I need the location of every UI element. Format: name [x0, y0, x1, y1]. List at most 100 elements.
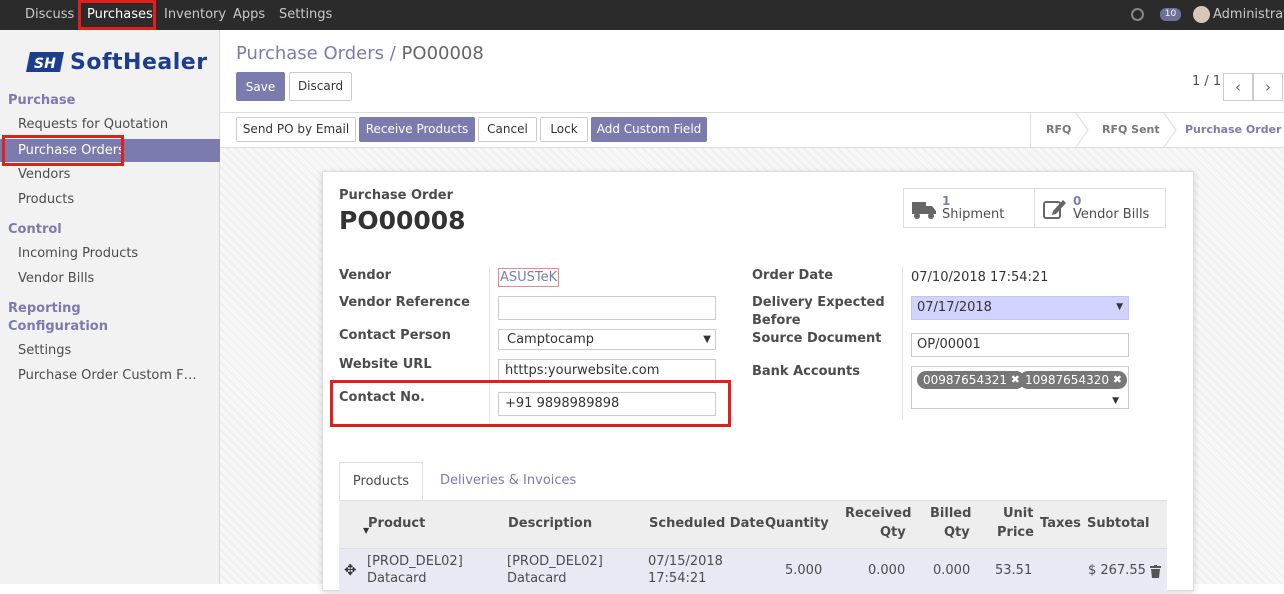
tab-deliveries-invoices[interactable]: Deliveries & Invoices	[440, 462, 576, 500]
website-url-label: Website URL	[339, 357, 432, 372]
pager-previous-button[interactable]: ‹	[1223, 73, 1253, 101]
svg-text:SH: SH	[34, 56, 56, 72]
sidebar-item-incoming-products[interactable]: Incoming Products	[18, 246, 138, 261]
contact-no-field[interactable]: +91 9898989898	[498, 392, 716, 416]
shipment-label: Shipment	[942, 207, 1005, 222]
order-date-label: Order Date	[752, 268, 834, 283]
sidebar-item-purchase-orders[interactable]: Purchase Orders	[0, 139, 220, 162]
drag-handle-icon[interactable]: ✥	[344, 561, 357, 579]
stage-arrow-icon	[1076, 113, 1089, 147]
menu-inventory[interactable]: Inventory	[164, 0, 226, 30]
menu-purchases[interactable]: Purchases	[87, 0, 153, 30]
row-description: [PROD_DEL02]	[507, 554, 603, 569]
stage-rfq-sent[interactable]: RFQ Sent	[1102, 113, 1160, 147]
col-description[interactable]: Description	[508, 516, 592, 531]
pager-next-button[interactable]: ›	[1253, 73, 1283, 101]
stage-rfq[interactable]: RFQ	[1046, 113, 1071, 147]
delivery-expected-label: Delivery Expected	[752, 295, 885, 310]
tab-products[interactable]: Products	[339, 462, 423, 500]
breadcrumb-current: PO00008	[401, 43, 484, 64]
contact-person-select[interactable]: Camptocamp ▼	[498, 329, 716, 350]
row-quantity: 5.000	[785, 563, 823, 578]
col-unit-price[interactable]: Unit	[1003, 506, 1033, 521]
vendor-reference-field[interactable]	[498, 296, 716, 320]
caret-down-icon: ▼	[1116, 302, 1123, 312]
field-separator	[902, 267, 903, 420]
softhealer-logo-icon: SH	[26, 52, 64, 72]
col-product[interactable]: Product	[368, 516, 425, 531]
breadcrumb-parent[interactable]: Purchase Orders	[236, 43, 384, 64]
col-billed-2: Qty	[944, 525, 970, 540]
stage-purchase-order: Purchase Order	[1185, 123, 1282, 136]
delivery-date-value: 07/17/2018	[917, 300, 992, 315]
table-row[interactable]	[339, 549, 1167, 594]
shipment-smart-button[interactable]: 1 Shipment	[903, 188, 1035, 228]
breadcrumb-separator: /	[389, 43, 396, 64]
vendor-link[interactable]: ASUSTeK	[498, 268, 560, 287]
truck-icon	[912, 202, 936, 219]
col-scheduled-date[interactable]: Scheduled Date	[649, 516, 764, 531]
col-quantity[interactable]: Quantity	[765, 516, 829, 531]
sidebar-item-products[interactable]: Products	[18, 192, 74, 207]
messages-badge[interactable]: 10	[1160, 8, 1181, 21]
form-sheet: Purchase Order PO00008 1 Shipment 0 Vend…	[322, 171, 1194, 594]
source-document-label: Source Document	[752, 331, 882, 346]
delivery-date-field[interactable]: 07/17/2018 ▼	[911, 296, 1129, 320]
sidebar-item-po-custom-fields[interactable]: Purchase Order Custom F…	[18, 368, 197, 383]
clock-icon[interactable]	[1131, 8, 1144, 21]
col-received[interactable]: Received	[845, 506, 911, 521]
lock-button[interactable]: Lock	[540, 117, 588, 142]
sidebar-item-vendors[interactable]: Vendors	[18, 167, 70, 182]
top-navbar: Discuss Purchases Inventory Apps Setting…	[0, 0, 1284, 30]
sidebar-section-purchase: Purchase	[8, 93, 76, 108]
cancel-button[interactable]: Cancel	[478, 117, 537, 142]
receive-products-button[interactable]: Receive Products	[359, 117, 475, 142]
bank-accounts-field[interactable]: 00987654321 ✖ 10987654320 ✖ ▼	[911, 366, 1129, 409]
trash-icon[interactable]	[1150, 565, 1161, 578]
pager-value: 1 / 1	[1192, 74, 1222, 89]
col-taxes[interactable]: Taxes	[1040, 516, 1081, 531]
field-separator	[489, 267, 490, 427]
sidebar-section-control: Control	[8, 222, 62, 237]
contact-person-label: Contact Person	[339, 328, 451, 343]
order-date-value: 07/10/2018 17:54:21	[911, 270, 1049, 285]
row-received: 0.000	[868, 563, 906, 578]
caret-down-icon: ▼	[1112, 396, 1119, 406]
add-custom-field-button[interactable]: Add Custom Field	[591, 117, 707, 142]
send-po-by-email-button[interactable]: Send PO by Email	[236, 117, 356, 142]
sidebar: SH SoftHealer Purchase Requests for Quot…	[0, 30, 220, 584]
user-name[interactable]: Administrator	[1213, 0, 1284, 30]
menu-discuss[interactable]: Discuss	[25, 0, 74, 30]
breadcrumb: Purchase Orders / PO00008	[236, 43, 484, 64]
delivery-expected-label-2: Before	[752, 313, 801, 328]
page-title: PO00008	[339, 206, 466, 235]
avatar[interactable]	[1193, 6, 1210, 23]
remove-tag-icon[interactable]: ✖	[1113, 371, 1122, 389]
col-subtotal[interactable]: Subtotal	[1087, 516, 1150, 531]
vendor-bills-smart-button[interactable]: 0 Vendor Bills	[1034, 188, 1166, 228]
discard-button[interactable]: Discard	[289, 72, 352, 101]
contact-person-value: Camptocamp	[507, 332, 595, 347]
sidebar-item-settings[interactable]: Settings	[18, 343, 71, 358]
row-product: [PROD_DEL02]	[367, 554, 463, 569]
menu-settings[interactable]: Settings	[279, 0, 332, 30]
vendor-label: Vendor	[339, 268, 392, 283]
save-button[interactable]: Save	[236, 72, 285, 101]
row-subtotal: $ 267.55	[1088, 563, 1146, 578]
contact-no-label: Contact No.	[339, 390, 425, 405]
col-unit-price-2: Price	[997, 525, 1034, 540]
bank-accounts-label: Bank Accounts	[752, 364, 860, 379]
vendor-reference-label: Vendor Reference	[339, 295, 470, 310]
menu-apps[interactable]: Apps	[233, 0, 265, 30]
col-received-2: Qty	[880, 525, 906, 540]
sidebar-item-rfq[interactable]: Requests for Quotation	[18, 117, 168, 132]
edit-icon	[1043, 200, 1066, 219]
form-statusbar: Send PO by Email Receive Products Cancel…	[220, 112, 1284, 148]
sidebar-section-configuration: Configuration	[8, 319, 108, 334]
website-url-field[interactable]: htttps:yourwebsite.com	[498, 359, 716, 383]
source-document-field[interactable]: OP/00001	[911, 333, 1129, 357]
col-billed[interactable]: Billed	[930, 506, 971, 521]
sidebar-item-vendor-bills[interactable]: Vendor Bills	[18, 271, 94, 286]
doc-type-label: Purchase Order	[339, 188, 454, 203]
sidebar-section-reporting[interactable]: Reporting	[8, 301, 81, 316]
